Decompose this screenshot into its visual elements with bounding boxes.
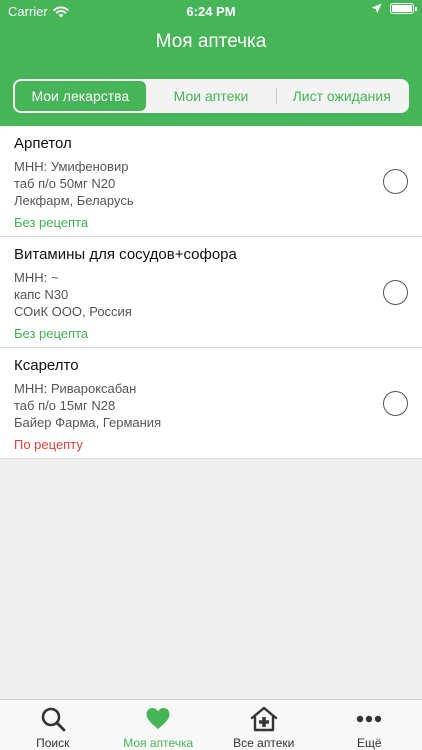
tab-more[interactable]: Ещё (317, 700, 422, 750)
tab-label: Поиск (36, 736, 70, 750)
medicine-maker: СОиК ООО, Россия (14, 304, 132, 319)
tab-search[interactable]: Поиск (0, 700, 106, 750)
tab-my-pharmacies[interactable]: Мои аптеки (146, 81, 277, 111)
pharmacy-house-icon (250, 706, 277, 732)
medicine-list: Арпетол МНН: Умифеновир таб п/о 50мг N20… (0, 126, 422, 459)
status-bar: Carrier 6:24 PM (0, 0, 422, 22)
medicine-form: таб п/о 15мг N28 (14, 398, 116, 413)
prescription-status: Без рецепта (14, 326, 89, 341)
location-arrow-icon (371, 3, 382, 14)
segment-label: Мои аптеки (173, 88, 249, 104)
header: Carrier 6:24 PM Моя аптечка Мои лекарств… (0, 0, 422, 126)
segment-label: Лист ожидания (292, 88, 391, 104)
medicine-form: капс N30 (14, 287, 69, 302)
battery-fill (392, 5, 412, 12)
medicine-mnn: МНН: Умифеновир (14, 159, 129, 174)
segmented-control: Мои лекарства Мои аптеки Лист ожидания (13, 79, 409, 113)
tab-label: Ещё (356, 736, 382, 750)
tab-my-first-aid-kit[interactable]: Моя аптечка (106, 700, 212, 750)
list-item[interactable]: Арпетол МНН: Умифеновир таб п/о 50мг N20… (0, 126, 422, 237)
medicine-mnn: МНН: ~ (14, 270, 59, 285)
medicine-form: таб п/о 50мг N20 (14, 176, 116, 191)
medicine-maker: Байер Фарма, Германия (14, 415, 162, 430)
battery-icon (390, 3, 417, 14)
page-title: Моя аптечка (155, 31, 267, 52)
tab-all-pharmacies[interactable]: Все аптеки (211, 700, 317, 750)
list-item[interactable]: Ксарелто МНН: Ривароксабан таб п/о 15мг … (0, 348, 422, 459)
medicine-mnn: МНН: Ривароксабан (14, 381, 137, 396)
select-radio[interactable] (383, 280, 408, 305)
list-item[interactable]: Витамины для сосудов+софора МНН: ~ капс … (0, 237, 422, 348)
medicine-maker: Лекфарм, Беларусь (14, 193, 134, 208)
tab-label: Моя аптечка (123, 736, 194, 750)
medicine-name: Ксарелто (14, 357, 79, 374)
status-time: 6:24 PM (186, 4, 236, 19)
tab-bar: Поиск Моя аптечка Все аптеки Ещё (0, 699, 422, 750)
tab-waiting-list[interactable]: Лист ожидания (276, 81, 407, 111)
segment-label: Мои лекарства (31, 88, 130, 104)
prescription-status: Без рецепта (14, 215, 89, 230)
more-dots-icon (357, 715, 382, 723)
medicine-name: Арпетол (14, 135, 72, 152)
prescription-status: По рецепту (14, 437, 83, 452)
heart-icon (146, 708, 170, 729)
medicine-name: Витамины для сосудов+софора (14, 246, 237, 263)
tab-label: Все аптеки (233, 736, 295, 750)
status-right (371, 3, 417, 14)
select-radio[interactable] (383, 391, 408, 416)
tab-my-medicines[interactable]: Мои лекарства (15, 81, 146, 111)
search-icon (41, 707, 66, 732)
select-radio[interactable] (383, 169, 408, 194)
